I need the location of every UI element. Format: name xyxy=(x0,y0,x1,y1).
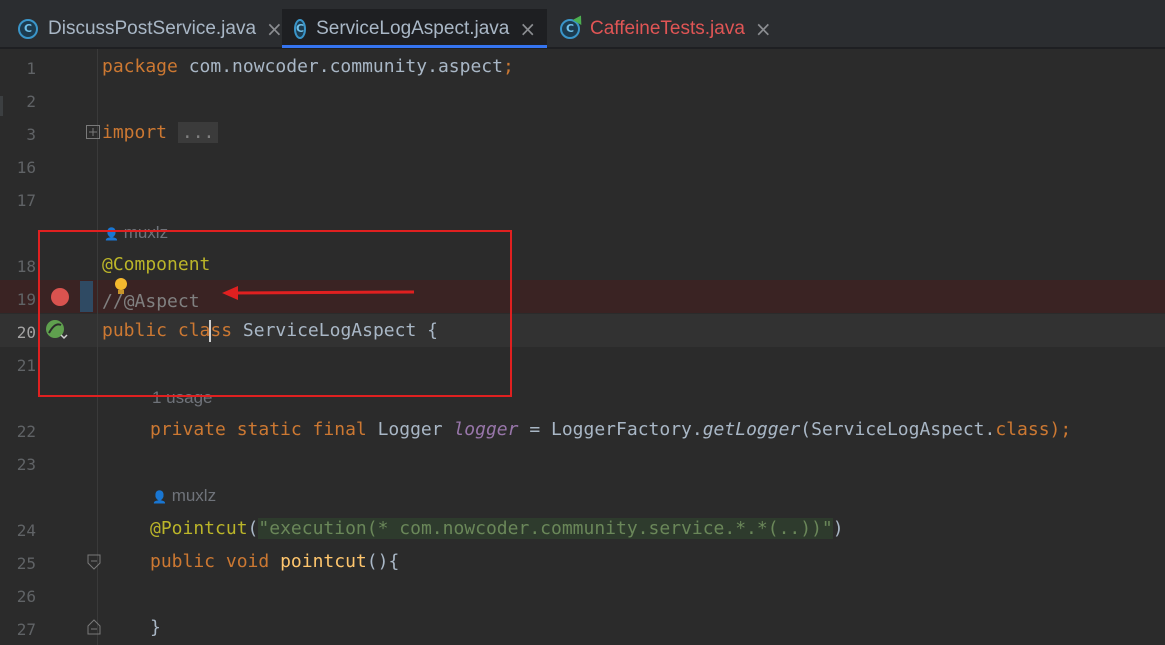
java-class-icon: C xyxy=(294,18,307,39)
tab-label: CaffeineTests.java xyxy=(590,17,745,39)
tab-service-log-aspect[interactable]: C ServiceLogAspect.java × xyxy=(282,9,547,48)
keyword: public void xyxy=(150,551,270,572)
editor-tab-bar: C DiscussPostService.java × C ServiceLog… xyxy=(0,0,1165,48)
line-number: 18 xyxy=(16,257,36,276)
author-inlay-hint[interactable]: 👤 muxlz xyxy=(152,486,216,506)
user-icon: 👤 xyxy=(152,490,167,504)
line-number: 22 xyxy=(16,422,36,441)
line-number: 27 xyxy=(16,620,36,639)
tab-discuss-post-service[interactable]: C DiscussPostService.java × xyxy=(18,9,283,48)
code-editor[interactable]: 1 2 3 16 17 18 19 20 21 22 23 24 25 26 2… xyxy=(0,49,1165,645)
code-line-24[interactable]: @Pointcut("execution(* com.nowcoder.comm… xyxy=(150,518,844,539)
type-name: Logger xyxy=(366,419,454,440)
line-number: 16 xyxy=(16,158,36,177)
keyword: package xyxy=(102,56,178,77)
keyword: import xyxy=(102,122,168,143)
line-number: 1 xyxy=(26,59,36,78)
line-number: 17 xyxy=(16,191,36,210)
code-line-27[interactable]: } xyxy=(150,617,161,638)
code-text: (){ xyxy=(366,551,400,572)
fold-collapse-icon[interactable] xyxy=(87,554,101,570)
code-text: (ServiceLogAspect. xyxy=(800,419,996,440)
field-name: logger xyxy=(453,419,519,440)
folded-imports[interactable]: ... xyxy=(177,122,219,143)
code-line-22[interactable]: private static final Logger logger = Log… xyxy=(150,419,1071,440)
java-class-icon: C xyxy=(18,18,38,39)
close-icon[interactable]: × xyxy=(266,17,283,41)
annotation: @Pointcut xyxy=(150,518,248,539)
code-text: ) xyxy=(832,518,844,539)
pointcut-expression: "execution(* com.nowcoder.community.serv… xyxy=(258,518,833,539)
line-number: 20 xyxy=(16,323,36,342)
keyword: private static final xyxy=(150,419,367,440)
line-number: 25 xyxy=(16,554,36,573)
highlight-box xyxy=(38,230,512,397)
line-number: 21 xyxy=(16,356,36,375)
tab-caffeine-tests[interactable]: C CaffeineTests.java × xyxy=(560,9,772,48)
red-arrow xyxy=(222,286,415,300)
line-number: 24 xyxy=(16,521,36,540)
fold-expand-icon[interactable] xyxy=(86,125,100,139)
fold-end-icon[interactable] xyxy=(87,619,101,635)
line-number: 3 xyxy=(26,125,36,144)
tab-label: DiscussPostService.java xyxy=(48,17,257,39)
package-name: com.nowcoder.community.aspect xyxy=(177,56,503,77)
code-text: = LoggerFactory. xyxy=(518,419,703,440)
author-name: muxlz xyxy=(171,486,217,505)
code-text: ( xyxy=(247,518,259,539)
line-number: 26 xyxy=(16,587,36,606)
code-line-3[interactable]: import ... xyxy=(102,122,219,143)
code-text: ); xyxy=(1049,419,1072,440)
java-test-class-icon: C xyxy=(560,18,580,39)
line-number: 19 xyxy=(16,290,36,309)
close-icon[interactable]: × xyxy=(519,17,536,41)
keyword: class xyxy=(995,419,1050,440)
method-name: pointcut xyxy=(280,551,367,572)
semicolon: ; xyxy=(502,56,514,77)
line-number: 2 xyxy=(26,92,36,111)
close-icon[interactable]: × xyxy=(755,17,772,41)
method-call: getLogger xyxy=(702,419,801,440)
tab-label: ServiceLogAspect.java xyxy=(316,17,510,39)
code-line-25[interactable]: public void pointcut(){ xyxy=(150,551,399,572)
code-line-1[interactable]: package com.nowcoder.community.aspect; xyxy=(102,56,514,77)
line-number: 23 xyxy=(16,455,36,474)
